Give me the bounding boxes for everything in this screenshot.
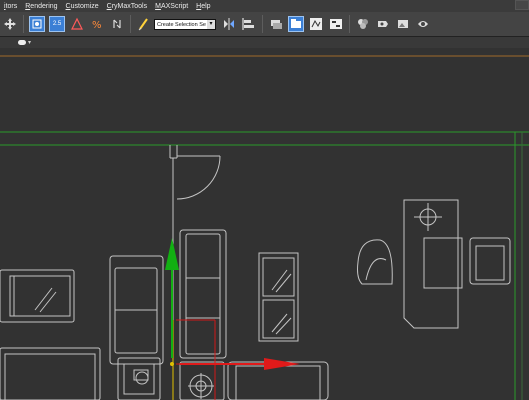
toolbar-separator — [262, 15, 263, 33]
minimize-button[interactable] — [515, 0, 529, 10]
align-icon[interactable] — [241, 16, 257, 32]
curve-editor-icon[interactable] — [308, 16, 324, 32]
menu-help[interactable]: Help — [192, 3, 214, 10]
eye-icon[interactable] — [18, 40, 26, 45]
angle-snap-icon[interactable] — [69, 16, 85, 32]
svg-text:%: % — [92, 20, 102, 31]
toolbar-separator — [349, 15, 350, 33]
schematic-view-icon[interactable] — [328, 16, 344, 32]
render-production-icon[interactable] — [415, 16, 431, 32]
snap-label: 2.5 — [52, 21, 62, 27]
menu-customize[interactable]: Customize — [62, 3, 103, 10]
chevron-down-icon[interactable]: ▾ — [28, 39, 31, 46]
snaps-toggle-icon[interactable]: 2.5 — [49, 16, 65, 32]
menu-editors[interactable]: itors — [0, 3, 21, 10]
render-setup-icon[interactable] — [375, 16, 391, 32]
menu-rendering[interactable]: Rendering — [21, 3, 61, 10]
spinner-snap-icon[interactable] — [109, 16, 125, 32]
layer-manager-icon[interactable] — [268, 16, 284, 32]
main-toolbar: 2.5 % Create Selection Se ▾ — [0, 12, 529, 37]
gizmo-y-arrow[interactable] — [165, 238, 179, 358]
menu-crymaxtools[interactable]: CryMaxTools — [103, 3, 151, 10]
mirror-icon[interactable] — [221, 16, 237, 32]
selection-set-placeholder: Create Selection Se — [157, 21, 206, 28]
viewport-label-row: ▾ — [0, 37, 529, 48]
select-object-icon[interactable] — [29, 16, 45, 32]
gizmo-x-arrow[interactable] — [180, 358, 300, 370]
selection-set-dropdown[interactable]: Create Selection Se ▾ — [154, 18, 216, 30]
rendered-frame-window-icon[interactable] — [395, 16, 411, 32]
toolbar-separator — [23, 15, 24, 33]
material-editor-icon[interactable] — [355, 16, 371, 32]
chevron-down-icon: ▾ — [207, 19, 215, 29]
percent-snap-icon[interactable]: % — [89, 16, 105, 32]
menu-bar: itors Rendering Customize CryMaxTools MA… — [0, 0, 529, 12]
floorplan-drawing — [0, 55, 529, 400]
edit-named-selections-icon[interactable] — [136, 16, 152, 32]
top-viewport[interactable] — [0, 48, 529, 400]
graphite-ribbon-icon[interactable] — [288, 16, 304, 32]
toolbar-separator — [130, 15, 131, 33]
menu-maxscript[interactable]: MAXScript — [151, 3, 192, 10]
window-controls — [513, 0, 529, 10]
move-icon[interactable] — [2, 16, 18, 32]
